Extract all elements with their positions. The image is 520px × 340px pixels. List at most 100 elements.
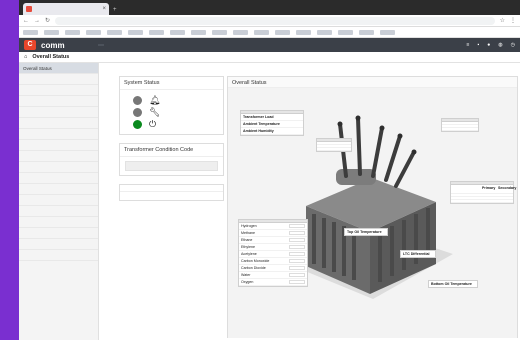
gas-label: Ethane: [241, 238, 253, 242]
condition-code-text: [125, 161, 218, 171]
sidebar-item[interactable]: [19, 129, 98, 140]
messages-title: [120, 185, 223, 192]
gas-value: [289, 280, 305, 284]
menu-icon[interactable]: ≡: [467, 42, 470, 48]
sidebar-item[interactable]: [19, 206, 98, 217]
user-icon[interactable]: ●: [487, 42, 490, 48]
bookmark-item[interactable]: [380, 29, 395, 35]
ltc-differential-tag: LTC Differential: [400, 250, 436, 258]
top-oil-label: Top Oil Temperature: [347, 230, 382, 234]
gas-label: Ethylene: [241, 245, 255, 249]
sidebar-item[interactable]: [19, 151, 98, 162]
bookmark-item[interactable]: [212, 29, 227, 35]
favicon-icon: [26, 6, 32, 12]
ltc-label: LTC Differential: [403, 252, 430, 256]
bottom-oil-label: Bottom Oil Temperature: [431, 282, 472, 286]
messages-panel: [119, 184, 224, 201]
close-tab-icon[interactable]: ×: [102, 6, 106, 12]
sidebar-item[interactable]: [19, 140, 98, 151]
status-row-power: ⏻: [125, 118, 218, 130]
menu-dots-icon[interactable]: ⋮: [510, 18, 516, 24]
gas-label: Hydrogen: [241, 224, 257, 228]
overall-status-title: Overall Status: [228, 77, 517, 88]
messages-text: [120, 192, 223, 200]
bookmark-item[interactable]: [149, 29, 164, 35]
bookmark-item[interactable]: [254, 29, 269, 35]
back-icon[interactable]: ←: [23, 18, 29, 24]
status-column: System Status 🔔︎ 🔧︎ ⏻ Transformer Condit…: [119, 76, 224, 209]
sidebar-item[interactable]: Overall Status: [19, 63, 98, 74]
sidebar-item[interactable]: [19, 184, 98, 195]
globe-icon[interactable]: ◍: [498, 42, 502, 48]
url-field[interactable]: [55, 16, 495, 25]
device-selector[interactable]: [98, 44, 104, 46]
home-icon[interactable]: ⌂: [24, 54, 27, 60]
bookmark-item[interactable]: [191, 29, 206, 35]
gas-label: Acetylene: [241, 252, 257, 256]
browser-window: × + ← → ↻ ☆ ⋮ C comm ≡ ▪ ● ◍ ◷ ⌂ Overall…: [19, 0, 520, 340]
winding-readings-box: Primary Secondary: [450, 181, 517, 204]
sidebar-item[interactable]: [19, 239, 98, 250]
bookmark-item[interactable]: [275, 29, 290, 35]
sidebar-item[interactable]: [19, 96, 98, 107]
overall-status-panel: Overall Status Transformer Load Ambient …: [227, 76, 518, 338]
dissolved-gas-box: Hydrogen Methane Ethane Ethylene Acetyle…: [238, 219, 308, 287]
breadcrumb: ⌂ Overall Status: [19, 52, 520, 63]
gas-value: [289, 245, 305, 249]
bookmark-item[interactable]: [44, 29, 59, 35]
bookmark-item[interactable]: [170, 29, 185, 35]
sidebar-item[interactable]: [19, 85, 98, 96]
header-actions: ≡ ▪ ● ◍ ◷: [467, 42, 515, 48]
status-row-alarm: 🔔︎: [125, 94, 218, 106]
sidebar-item[interactable]: [19, 173, 98, 184]
gas-label: Carbon Monoxide: [241, 259, 270, 263]
new-tab-icon[interactable]: +: [113, 7, 117, 13]
reading-label: Transformer Load: [243, 115, 274, 119]
sidebar-item[interactable]: [19, 217, 98, 228]
sidebar-item[interactable]: [19, 162, 98, 173]
forward-icon[interactable]: →: [34, 18, 40, 24]
sidebar-item[interactable]: [19, 228, 98, 239]
bookmark-item[interactable]: [359, 29, 374, 35]
sidebar-item[interactable]: [19, 195, 98, 206]
sidebar-item[interactable]: [19, 118, 98, 129]
tap-readings-box: [316, 138, 352, 152]
browser-tab[interactable]: ×: [23, 3, 109, 15]
bottom-oil-temperature-tag: Bottom Oil Temperature: [428, 280, 478, 288]
gas-value: [289, 252, 305, 256]
bookmark-item[interactable]: [23, 29, 38, 35]
clock-icon[interactable]: ◷: [511, 42, 515, 48]
transformer-diagram: Transformer Load Ambient Temperature Amb…: [228, 88, 517, 338]
reading-label: Ambient Humidity: [243, 129, 274, 133]
bookmark-item[interactable]: [107, 29, 122, 35]
bookmark-item[interactable]: [65, 29, 80, 35]
bookmarks-bar: [19, 27, 520, 38]
browser-tab-bar: × +: [19, 0, 520, 15]
sidebar-item[interactable]: [19, 74, 98, 85]
bookmark-item[interactable]: [296, 29, 311, 35]
gas-label: Carbon Dioxide: [241, 266, 266, 270]
sidebar-item[interactable]: [19, 107, 98, 118]
system-status-panel: System Status 🔔︎ 🔧︎ ⏻: [119, 76, 224, 135]
sidebar-item[interactable]: [19, 250, 98, 261]
secondary-readings-box: [441, 118, 479, 132]
star-icon[interactable]: ☆: [500, 18, 505, 24]
bookmark-item[interactable]: [128, 29, 143, 35]
status-dot: [133, 95, 142, 105]
gas-label: Oxygen: [241, 280, 254, 284]
reload-icon[interactable]: ↻: [45, 18, 50, 24]
gas-value: [289, 273, 305, 277]
column-header-secondary: Secondary: [498, 186, 517, 190]
bookmark-item[interactable]: [86, 29, 101, 35]
top-oil-temperature-tag: Top Oil Temperature: [344, 228, 388, 236]
gas-value: [289, 224, 305, 228]
bookmark-item[interactable]: [233, 29, 248, 35]
bookmark-item[interactable]: [317, 29, 332, 35]
grid-icon[interactable]: ▪: [477, 42, 479, 48]
wrench-icon: 🔧︎: [149, 106, 161, 117]
address-bar: ← → ↻ ☆ ⋮: [19, 15, 520, 27]
gas-value: [289, 238, 305, 242]
status-dot: [133, 107, 142, 117]
bookmark-item[interactable]: [338, 29, 353, 35]
page-title: Overall Status: [32, 54, 70, 60]
